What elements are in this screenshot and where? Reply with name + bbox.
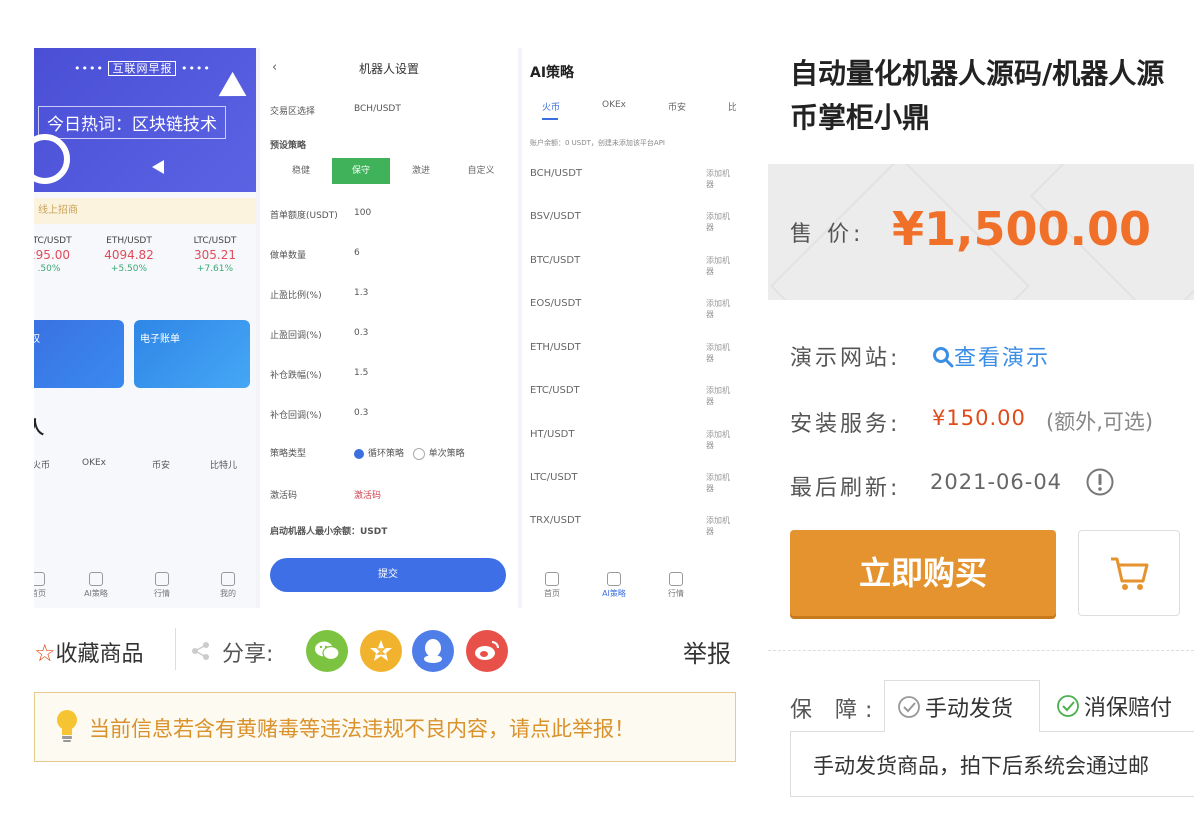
strategy-buttons: 稳健 保守 激进 自定义: [266, 158, 512, 184]
product-title: 自动量化机器人源码/机器人源 币掌柜小鼎: [790, 57, 1165, 134]
play-triangle-icon: [218, 71, 254, 109]
star-icon: ☆: [34, 639, 56, 667]
price-label: 售 价:: [790, 222, 865, 247]
bottom-nav: 首页 AI策略 行情 我的: [34, 572, 256, 602]
ai-strategy-title: AI策略: [530, 65, 575, 81]
bottom-nav: 首页 AI策略 行情: [522, 572, 736, 602]
divider: [175, 628, 176, 670]
install-price: ¥150.00: [932, 406, 1026, 430]
radio-checked-icon: [354, 448, 364, 459]
divider: [768, 650, 1194, 651]
user-icon: [221, 572, 235, 586]
robot-section-title: 人: [34, 418, 44, 439]
home-icon: [545, 572, 559, 586]
settings-header: 机器人设置: [358, 62, 419, 76]
check-circle-icon: [1057, 695, 1079, 717]
report-notice[interactable]: 当前信息若含有黄赌毒等违法违规不良内容，请点此举报！: [34, 692, 736, 762]
ai-hint: 账户余额：0 USDT，创建未添加该平台API: [530, 139, 665, 147]
lightbulb-icon: [57, 710, 77, 742]
weibo-icon: [475, 641, 499, 660]
demo-label: 演示网站:: [790, 346, 901, 371]
share-wechat-button[interactable]: [306, 630, 348, 672]
banner-top-label: 互联网早报: [108, 61, 177, 76]
ticker-ltc: LTC/USDT 305.21 +7.61%: [193, 236, 237, 274]
collect-button[interactable]: ☆收藏商品: [34, 636, 144, 668]
notice-strip: 线上招商: [34, 198, 256, 224]
cart-icon: [1111, 557, 1149, 590]
ticker-btc: BTC/USDT 295.00 .50%: [34, 236, 72, 274]
check-circle-icon: [898, 695, 920, 718]
submit-bar: 提交: [270, 558, 506, 592]
screenshot-robot-settings: ‹ 机器人设置 交易区选择 BCH/USDT 预设策略 稳健 保守 激进 自定义 …: [260, 48, 518, 608]
price-value: ¥1,500.00: [892, 202, 1151, 256]
tab-underline: [542, 118, 558, 120]
ticker-eth: ETH/USDT 4094.82 +5.50%: [104, 236, 154, 274]
guarantee-label: 保 障:: [790, 698, 881, 723]
add-to-cart-button[interactable]: [1078, 530, 1180, 616]
wechat-icon: [315, 641, 340, 661]
report-link[interactable]: 举报: [683, 634, 731, 669]
screenshot-home: •••• 互联网早报 •••• 今日热词：区块链技术 线上招商 BTC/USDT…: [34, 48, 256, 608]
refresh-date: 2021-06-04: [930, 470, 1063, 494]
search-icon: [933, 347, 954, 368]
home-icon: [34, 572, 45, 586]
info-alert-icon[interactable]: [1086, 468, 1114, 496]
chart-icon: [669, 572, 683, 586]
qq-icon: [424, 639, 442, 663]
magnifier-icon: [34, 134, 70, 184]
product-image[interactable]: •••• 互联网早报 •••• 今日热词：区块链技术 线上招商 BTC/USDT…: [34, 48, 736, 608]
qzone-star-icon: [370, 640, 392, 661]
tab-manual-delivery[interactable]: 手动发货: [884, 680, 1040, 732]
banner: •••• 互联网早报 •••• 今日热词：区块链技术: [34, 48, 256, 192]
share-icon: [192, 642, 209, 660]
guarantee-content: 手动发货商品，拍下后系统会通过邮: [790, 731, 1194, 797]
radio-empty-icon: [412, 447, 425, 460]
price-box: 售 价: ¥1,500.00: [768, 164, 1194, 300]
screenshot-ai-strategy: AI策略 火币 OKEx 币安 比 账户余额：0 USDT，创建未添加该平台AP…: [522, 48, 736, 608]
report-notice-text: 当前信息若含有黄赌毒等违法违规不良内容，请点此举报！: [89, 717, 635, 741]
share-qq-button[interactable]: [412, 630, 454, 672]
refresh-label: 最后刷新:: [790, 476, 901, 501]
arrow-icon: [152, 160, 164, 174]
install-note: (额外,可选): [1046, 410, 1154, 434]
ai-icon: [89, 572, 103, 586]
share-weibo-button[interactable]: [466, 630, 508, 672]
demo-link[interactable]: 查看演示: [932, 340, 1050, 372]
card-auth: 授权: [34, 320, 124, 388]
share-label: 分享:: [222, 642, 274, 667]
ai-icon: [607, 572, 621, 586]
share-qzone-button[interactable]: [360, 630, 402, 672]
install-label: 安装服务:: [790, 412, 901, 437]
collect-label: 收藏商品: [55, 642, 144, 667]
card-bill: 电子账单: [134, 320, 250, 388]
banner-title: 今日热词：区块链技术: [38, 106, 226, 139]
chart-icon: [155, 572, 169, 586]
buy-now-button[interactable]: 立即购买: [790, 530, 1056, 616]
tab-consumer-protection[interactable]: 消保赔付: [1044, 680, 1194, 732]
